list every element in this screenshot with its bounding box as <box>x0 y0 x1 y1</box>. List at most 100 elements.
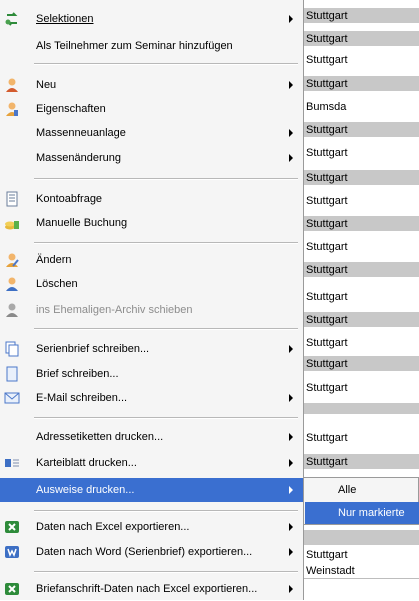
menu-item-label: Serienbrief schreiben... <box>36 343 150 355</box>
grid-cell: Bumsda <box>306 101 347 113</box>
grid-row[interactable] <box>300 414 419 430</box>
grid-row[interactable]: Stuttgart <box>300 312 419 328</box>
menu-item-label: Brief schreiben... <box>36 368 119 380</box>
menu-item-brief[interactable]: Brief schreiben... <box>0 362 303 386</box>
grid-cell: Stuttgart <box>306 124 348 136</box>
grid-row[interactable]: Stuttgart <box>300 547 419 563</box>
submenu-arrow-icon <box>289 433 293 441</box>
menu-item-manuelle-buchung[interactable]: Manuelle Buchung <box>0 211 303 235</box>
menu-item-selektionen[interactable]: Selektionen <box>0 7 303 31</box>
excel-address-icon <box>4 581 20 597</box>
submenu-arrow-icon <box>289 129 293 137</box>
new-person-icon <box>4 77 20 93</box>
submenu-item-nur-markierte[interactable]: Nur markierte <box>305 502 419 524</box>
grid-cell: Weinstadt <box>306 565 355 577</box>
menu-item-label: Als Teilnehmer zum Seminar hinzufügen <box>36 40 233 52</box>
menu-item-massenaenderung[interactable]: Massenänderung <box>0 146 303 170</box>
empty-icon-slot <box>4 38 20 54</box>
submenu-item-alle[interactable]: Alle <box>305 479 419 501</box>
empty-icon-slot <box>4 125 20 141</box>
menu-item-label: Löschen <box>36 278 78 290</box>
selection-icon <box>4 11 20 27</box>
menu-item-label: Ändern <box>36 254 72 266</box>
menu-item-email[interactable]: E-Mail schreiben... <box>0 386 303 410</box>
submenu-arrow-icon <box>289 523 293 531</box>
grid-row[interactable] <box>300 578 419 600</box>
grid-cell: Stuttgart <box>306 264 348 276</box>
grid-cell: Stuttgart <box>306 218 348 230</box>
grid-cell: Stuttgart <box>306 337 348 349</box>
excel-icon <box>4 519 20 535</box>
index-card-icon <box>4 455 20 471</box>
grid-row[interactable]: Stuttgart <box>300 289 419 305</box>
grid-row[interactable]: Stuttgart <box>300 239 419 255</box>
grid-cell: Stuttgart <box>306 549 348 561</box>
menu-item-aendern[interactable]: Ändern <box>0 248 303 272</box>
grid-row[interactable]: Stuttgart <box>300 380 419 396</box>
menu-item-label: Ausweise drucken... <box>36 484 135 496</box>
empty-icon-slot <box>4 429 20 445</box>
grid-row[interactable]: Stuttgart <box>300 52 419 68</box>
context-menu: Selektionen Als Teilnehmer zum Seminar h… <box>0 0 304 600</box>
menu-item-label: Massenänderung <box>36 152 122 164</box>
grid-row[interactable]: Stuttgart <box>300 31 419 47</box>
menu-item-adressetiketten[interactable]: Adressetiketten drucken... <box>0 425 303 449</box>
menu-item-neu[interactable]: Neu <box>0 73 303 97</box>
grid-row[interactable]: Stuttgart <box>300 216 419 232</box>
grid-row[interactable]: Stuttgart <box>300 170 419 186</box>
menu-item-loeschen[interactable]: Löschen <box>0 272 303 296</box>
menu-item-serienbrief[interactable]: Serienbrief schreiben... <box>0 337 303 361</box>
grid-row[interactable]: Stuttgart <box>300 262 419 278</box>
menu-item-briefanschrift-export[interactable]: Briefanschrift-Daten nach Excel exportie… <box>0 577 303 601</box>
grid-row[interactable]: Stuttgart <box>300 335 419 351</box>
account-query-icon <box>4 191 20 207</box>
grid-cell: Stuttgart <box>306 172 348 184</box>
grid-row[interactable]: Stuttgart <box>300 430 419 446</box>
grid-row[interactable] <box>300 530 419 546</box>
menu-item-massenneuanlage[interactable]: Massenneuanlage <box>0 121 303 145</box>
submenu-arrow-icon <box>289 15 293 23</box>
manual-booking-icon <box>4 215 20 231</box>
grid-cell: Stuttgart <box>306 10 348 22</box>
menu-item-label: Daten nach Excel exportieren... <box>36 521 190 533</box>
menu-item-label: Manuelle Buchung <box>36 217 128 229</box>
menu-item-word-export[interactable]: Daten nach Word (Serienbrief) exportiere… <box>0 540 303 564</box>
submenu-arrow-icon <box>289 585 293 593</box>
grid-row[interactable]: Stuttgart <box>300 8 419 24</box>
grid-cell: Stuttgart <box>306 314 348 326</box>
menu-separator <box>34 417 298 419</box>
submenu-item-label: Nur markierte <box>338 507 405 519</box>
menu-item-excel-export[interactable]: Daten nach Excel exportieren... <box>0 515 303 539</box>
grid-row[interactable]: Stuttgart <box>300 356 419 372</box>
grid-row[interactable]: Bumsda <box>300 99 419 115</box>
submenu-item-label: Alle <box>338 484 357 496</box>
menu-item-eigenschaften[interactable]: Eigenschaften <box>0 97 303 121</box>
menu-separator <box>34 178 298 180</box>
grid-cell: Stuttgart <box>306 358 348 370</box>
menu-item-kontoabfrage[interactable]: Kontoabfrage <box>0 187 303 211</box>
serial-letter-icon <box>4 341 20 357</box>
grid-row[interactable]: Stuttgart <box>300 76 419 92</box>
menu-item-label: Eigenschaften <box>36 103 106 115</box>
submenu-arrow-icon <box>289 459 293 467</box>
grid-row[interactable]: Stuttgart <box>300 193 419 209</box>
edit-person-icon <box>4 252 20 268</box>
grid-row[interactable]: Stuttgart <box>300 454 419 470</box>
grid-cell: Stuttgart <box>306 195 348 207</box>
ausweise-submenu: Alle Nur markierte <box>303 477 419 525</box>
grid-row[interactable]: Stuttgart <box>300 145 419 161</box>
menu-item-label: Kontoabfrage <box>36 193 103 205</box>
grid-row[interactable]: Stuttgart <box>300 122 419 138</box>
menu-item-karteiblatt[interactable]: Karteiblatt drucken... <box>0 451 303 475</box>
menu-item-archive[interactable]: ins Ehemaligen-Archiv schieben <box>0 298 303 322</box>
empty-icon-slot <box>4 482 20 498</box>
menu-item-add-participant[interactable]: Als Teilnehmer zum Seminar hinzufügen <box>0 34 303 58</box>
grid-row[interactable]: Weinstadt <box>300 563 419 579</box>
menu-separator <box>34 63 298 65</box>
menu-item-label: Karteiblatt drucken... <box>36 457 137 469</box>
grid-cell: Stuttgart <box>306 432 348 444</box>
grid-cell: Stuttgart <box>306 33 348 45</box>
menu-item-label: Neu <box>36 79 57 91</box>
menu-item-ausweise[interactable]: Ausweise drucken... <box>0 478 303 502</box>
submenu-arrow-icon <box>289 154 293 162</box>
